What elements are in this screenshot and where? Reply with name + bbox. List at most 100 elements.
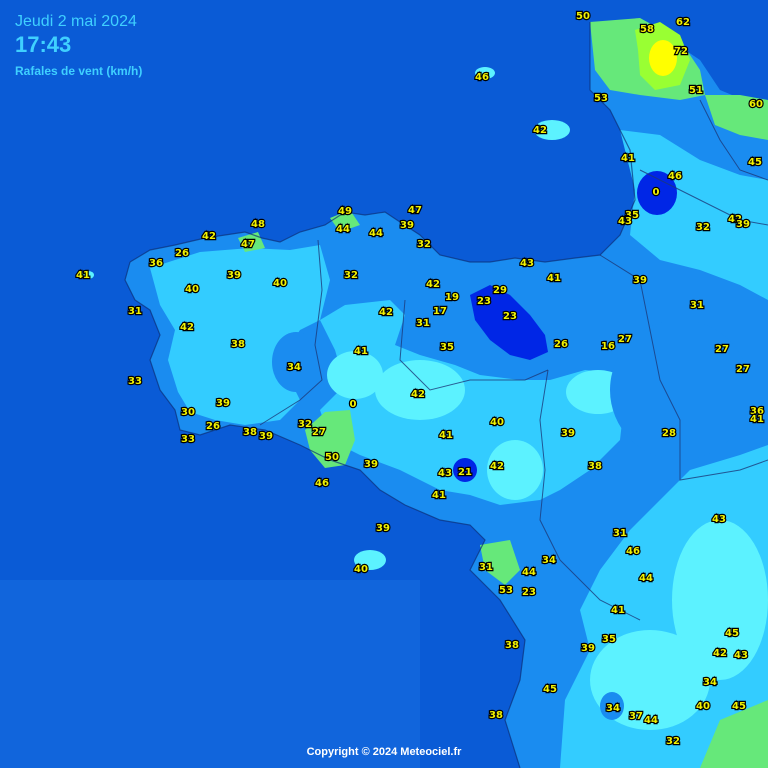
station-gust-label: 41 bbox=[439, 430, 453, 441]
map-subtitle: Rafales de vent (km/h) bbox=[15, 64, 143, 78]
station-gust-label: 43 bbox=[618, 216, 632, 227]
station-gust-label: 72 bbox=[674, 46, 688, 57]
station-gust-label: 40 bbox=[354, 564, 368, 575]
station-gust-label: 41 bbox=[76, 270, 90, 281]
station-gust-label: 38 bbox=[505, 640, 519, 651]
station-gust-label: 0 bbox=[350, 399, 357, 410]
station-gust-label: 23 bbox=[522, 587, 536, 598]
station-gust-label: 32 bbox=[344, 270, 358, 281]
station-gust-label: 39 bbox=[216, 398, 230, 409]
station-gust-label: 33 bbox=[181, 434, 195, 445]
station-gust-label: 41 bbox=[611, 605, 625, 616]
station-gust-label: 39 bbox=[736, 219, 750, 230]
wind-gust-map: 50 58 62 72 46 53 51 60 42 41 46 45 0 35 43 32 42 39 48 49 4… bbox=[0, 0, 768, 768]
station-gust-label: 26 bbox=[175, 248, 189, 259]
station-gust-label: 62 bbox=[676, 17, 690, 28]
station-gust-label: 45 bbox=[543, 684, 557, 695]
map-time: 17:43 bbox=[15, 32, 72, 57]
station-gust-label: 35 bbox=[440, 342, 454, 353]
station-gust-label: 19 bbox=[445, 292, 459, 303]
station-gust-label: 42 bbox=[490, 461, 504, 472]
station-gust-label: 43 bbox=[734, 650, 748, 661]
station-gust-label: 29 bbox=[493, 285, 507, 296]
station-gust-label: 40 bbox=[185, 284, 199, 295]
station-gust-label: 16 bbox=[601, 341, 615, 352]
station-gust-label: 41 bbox=[354, 346, 368, 357]
station-gust-label: 42 bbox=[533, 125, 547, 136]
station-gust-label: 39 bbox=[400, 220, 414, 231]
station-gust-label: 44 bbox=[644, 715, 658, 726]
station-gust-label: 34 bbox=[703, 677, 717, 688]
station-gust-label: 43 bbox=[520, 258, 534, 269]
station-gust-label: 28 bbox=[662, 428, 676, 439]
station-gust-label: 17 bbox=[433, 306, 447, 317]
copyright-notice: Copyright © 2024 Meteociel.fr bbox=[306, 746, 462, 758]
station-gust-label: 39 bbox=[561, 428, 575, 439]
station-gust-label: 21 bbox=[458, 467, 472, 478]
station-gust-label: 42 bbox=[180, 322, 194, 333]
station-gust-label: 46 bbox=[668, 171, 682, 182]
station-gust-label: 42 bbox=[411, 389, 425, 400]
station-gust-label: 26 bbox=[554, 339, 568, 350]
station-gust-label: 50 bbox=[576, 11, 590, 22]
station-gust-label: 39 bbox=[376, 523, 390, 534]
station-gust-label: 50 bbox=[325, 452, 339, 463]
station-gust-label: 27 bbox=[736, 364, 750, 375]
station-gust-label: 31 bbox=[416, 318, 430, 329]
station-gust-label: 39 bbox=[364, 459, 378, 470]
station-gust-label: 60 bbox=[749, 99, 763, 110]
station-gust-label: 44 bbox=[639, 573, 653, 584]
station-gust-label: 44 bbox=[522, 567, 536, 578]
station-gust-label: 34 bbox=[542, 555, 556, 566]
station-gust-label: 27 bbox=[312, 427, 326, 438]
station-gust-label: 42 bbox=[713, 648, 727, 659]
station-gust-label: 31 bbox=[479, 562, 493, 573]
station-gust-label: 27 bbox=[618, 334, 632, 345]
station-gust-label: 31 bbox=[128, 306, 142, 317]
station-gust-label: 23 bbox=[477, 296, 491, 307]
station-gust-label: 48 bbox=[251, 219, 265, 230]
station-gust-label: 42 bbox=[426, 279, 440, 290]
map-date: Jeudi 2 mai 2024 bbox=[15, 13, 137, 30]
station-gust-label: 32 bbox=[298, 419, 312, 430]
station-gust-label: 34 bbox=[606, 703, 620, 714]
station-gust-label: 58 bbox=[640, 24, 654, 35]
station-gust-label: 33 bbox=[128, 376, 142, 387]
station-gust-label: 30 bbox=[181, 407, 195, 418]
station-gust-label: 41 bbox=[750, 414, 764, 425]
cyan-patch-4 bbox=[327, 351, 383, 399]
peak-gust-zone bbox=[649, 40, 677, 76]
station-gust-label: 45 bbox=[732, 701, 746, 712]
station-gust-label: 36 bbox=[149, 258, 163, 269]
sea-shade bbox=[0, 580, 420, 768]
station-gust-label: 43 bbox=[712, 514, 726, 525]
station-gust-label: 51 bbox=[689, 85, 703, 96]
station-gust-label: 42 bbox=[202, 231, 216, 242]
station-gust-label: 40 bbox=[490, 417, 504, 428]
station-gust-label: 42 bbox=[379, 307, 393, 318]
station-gust-label: 32 bbox=[696, 222, 710, 233]
station-gust-label: 37 bbox=[629, 711, 643, 722]
station-gust-label: 31 bbox=[690, 300, 704, 311]
station-gust-label: 40 bbox=[696, 701, 710, 712]
station-gust-label: 47 bbox=[241, 239, 255, 250]
station-gust-label: 46 bbox=[315, 478, 329, 489]
station-gust-label: 38 bbox=[243, 427, 257, 438]
station-gust-label: 35 bbox=[602, 634, 616, 645]
station-gust-label: 38 bbox=[588, 461, 602, 472]
station-gust-label: 53 bbox=[594, 93, 608, 104]
station-gust-label: 32 bbox=[417, 239, 431, 250]
station-gust-label: 27 bbox=[715, 344, 729, 355]
station-gust-label: 45 bbox=[748, 157, 762, 168]
station-gust-label: 44 bbox=[336, 224, 350, 235]
station-gust-label: 49 bbox=[338, 206, 352, 217]
station-gust-label: 38 bbox=[489, 710, 503, 721]
station-gust-label: 45 bbox=[725, 628, 739, 639]
station-gust-label: 38 bbox=[231, 339, 245, 350]
station-gust-label: 53 bbox=[499, 585, 513, 596]
station-gust-label: 44 bbox=[369, 228, 383, 239]
map-header: Jeudi 2 mai 2024 17:43 Rafales de vent (… bbox=[15, 12, 142, 80]
station-gust-label: 41 bbox=[547, 273, 561, 284]
station-gust-label: 39 bbox=[227, 270, 241, 281]
station-gust-label: 39 bbox=[581, 643, 595, 654]
